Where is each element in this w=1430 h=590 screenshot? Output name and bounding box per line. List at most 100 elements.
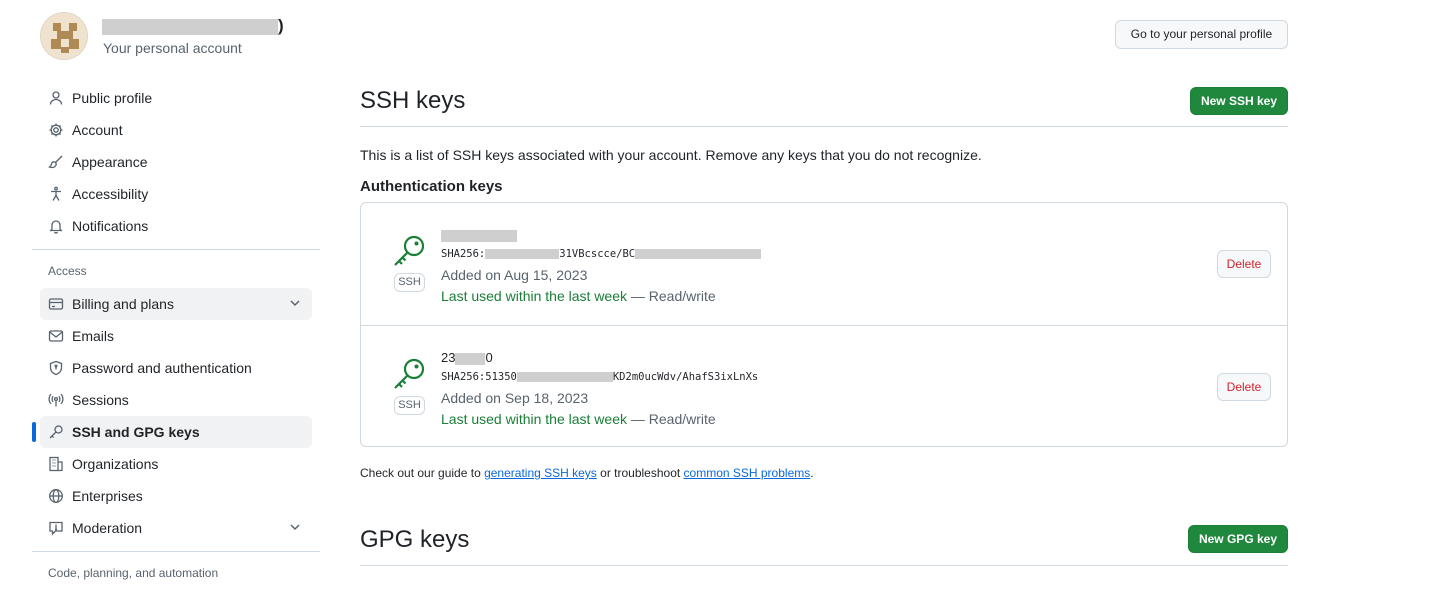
- ssh-key-access: — Read/write: [627, 411, 716, 427]
- sidebar-item-label: Account: [72, 122, 123, 138]
- ssh-key-fingerprint: SHA256:51350 KD2m0ucWdv/AhafS3ixLnXs: [441, 371, 758, 383]
- fingerprint-fragment: 31VBcscce/BC: [559, 248, 636, 260]
- account-name[interactable]: ): [102, 16, 284, 36]
- credit-card-icon: [48, 296, 64, 312]
- sidebar-item-emails[interactable]: Emails: [40, 320, 312, 352]
- accessibility-icon: [48, 186, 64, 202]
- settings-sidebar: Public profile Account Appearance Access…: [32, 82, 322, 590]
- redacted-fingerprint: [485, 249, 560, 259]
- sidebar-item-public-profile[interactable]: Public profile: [40, 82, 312, 114]
- sidebar-divider: [32, 551, 320, 552]
- avatar[interactable]: [40, 12, 88, 60]
- ssh-key-title: 23 0: [441, 350, 493, 365]
- ssh-key-fingerprint: SHA256: 31VBcscce/BC: [441, 248, 762, 260]
- sidebar-heading-code-planning: Code, planning, and automation: [48, 566, 219, 580]
- key-icon: [391, 356, 427, 392]
- broadcast-icon: [48, 392, 64, 408]
- guide-text-pre: Check out our guide to: [360, 466, 485, 480]
- ssh-badge: SSH: [394, 273, 425, 292]
- identicon: [41, 13, 87, 59]
- ssh-key-usage: Last used within the last week — Read/wr…: [441, 288, 716, 304]
- key-icon: [391, 233, 427, 269]
- paintbrush-icon: [48, 154, 64, 170]
- globe-icon: [48, 488, 64, 504]
- ssh-guide-text: Check out our guide to generating SSH ke…: [360, 466, 814, 480]
- new-ssh-key-button[interactable]: New SSH key: [1190, 87, 1288, 115]
- sidebar-divider: [32, 249, 320, 250]
- redacted-fingerprint: [635, 249, 762, 259]
- redacted-fingerprint: [516, 372, 613, 382]
- redacted-key-title: [441, 229, 517, 242]
- report-icon: [48, 520, 64, 536]
- sidebar-item-label: Notifications: [72, 218, 149, 234]
- ssh-title-divider: [360, 126, 1288, 127]
- account-subtitle: Your personal account: [103, 40, 242, 56]
- redacted-key-title: [455, 352, 486, 365]
- shield-lock-icon: [48, 360, 64, 376]
- fingerprint-suffix: KD2m0ucWdv/AhafS3ixLnXs: [612, 371, 759, 383]
- sidebar-item-account[interactable]: Account: [40, 114, 312, 146]
- ssh-keys-title: SSH keys: [360, 87, 466, 114]
- ssh-description: This is a list of SSH keys associated wi…: [360, 147, 982, 163]
- sidebar-item-label: Appearance: [72, 154, 148, 170]
- sidebar-item-label: Billing and plans: [72, 296, 174, 312]
- redacted-username: [102, 18, 278, 35]
- sidebar-item-label: Sessions: [72, 392, 129, 408]
- sidebar-item-label: Organizations: [72, 456, 159, 472]
- guide-text-post: .: [810, 466, 814, 480]
- delete-key-button[interactable]: Delete: [1217, 250, 1271, 278]
- sidebar-item-moderation[interactable]: Moderation: [40, 512, 312, 544]
- ssh-key-usage: Last used within the last week — Read/wr…: [441, 411, 716, 427]
- sidebar-item-label: Enterprises: [72, 488, 143, 504]
- gpg-keys-title: GPG keys: [360, 526, 470, 553]
- chevron-down-icon[interactable]: [288, 296, 302, 310]
- sidebar-item-sessions[interactable]: Sessions: [40, 384, 312, 416]
- key-icon: [48, 424, 64, 440]
- ssh-key-row: SSH SHA256: 31VBcscce/BC Added on Aug 15,…: [361, 203, 1287, 325]
- sidebar-heading-access: Access: [48, 264, 87, 278]
- ssh-key-last-used: Last used within the last week: [441, 288, 627, 304]
- sidebar-item-label: Accessibility: [72, 186, 149, 202]
- person-icon: [48, 90, 64, 106]
- sidebar-item-password-authentication[interactable]: Password and authentication: [40, 352, 312, 384]
- ssh-keys-list: SSH SHA256: 31VBcscce/BC Added on Aug 15,…: [360, 202, 1288, 447]
- delete-key-button[interactable]: Delete: [1217, 373, 1271, 401]
- sidebar-item-accessibility[interactable]: Accessibility: [40, 178, 312, 210]
- bell-icon: [48, 218, 64, 234]
- sidebar-item-appearance[interactable]: Appearance: [40, 146, 312, 178]
- sidebar-item-label: Emails: [72, 328, 115, 344]
- mail-icon: [48, 328, 64, 344]
- sidebar-item-ssh-gpg-keys[interactable]: SSH and GPG keys: [32, 416, 312, 448]
- active-indicator: [32, 422, 36, 442]
- new-gpg-key-button[interactable]: New GPG key: [1188, 525, 1288, 553]
- sidebar-item-label: SSH and GPG keys: [72, 424, 200, 440]
- ssh-key-added-date: Added on Sep 18, 2023: [441, 390, 589, 406]
- gpg-title-divider: [360, 565, 1288, 566]
- ssh-key-access: — Read/write: [627, 288, 716, 304]
- common-ssh-problems-link[interactable]: common SSH problems: [684, 466, 811, 480]
- key-title-start: 23: [441, 350, 456, 365]
- account-header: ) Your personal account: [40, 12, 600, 60]
- sidebar-item-enterprises[interactable]: Enterprises: [40, 480, 312, 512]
- sidebar-item-label: Moderation: [72, 520, 143, 536]
- authentication-keys-heading: Authentication keys: [360, 178, 503, 195]
- fingerprint-prefix: SHA256:51350: [441, 371, 517, 383]
- ssh-key-last-used: Last used within the last week: [441, 411, 627, 427]
- sidebar-item-organizations[interactable]: Organizations: [40, 448, 312, 480]
- ssh-badge: SSH: [394, 396, 425, 415]
- organization-icon: [48, 456, 64, 472]
- sidebar-item-billing[interactable]: Billing and plans: [40, 288, 312, 320]
- key-title-end: 0: [485, 350, 493, 365]
- sidebar-item-label: Password and authentication: [72, 360, 252, 376]
- account-name-suffix: ): [278, 16, 284, 35]
- fingerprint-prefix: SHA256:: [441, 248, 486, 260]
- sidebar-item-notifications[interactable]: Notifications: [40, 210, 312, 242]
- ssh-key-title: [441, 227, 517, 242]
- ssh-key-row: SSH 23 0 SHA256:51350 KD2m0ucWdv/AhafS3ixL…: [361, 325, 1287, 447]
- chevron-down-icon[interactable]: [288, 520, 302, 534]
- go-to-profile-button[interactable]: Go to your personal profile: [1115, 20, 1288, 49]
- gear-icon: [48, 122, 64, 138]
- generating-ssh-keys-link[interactable]: generating SSH keys: [484, 466, 597, 480]
- guide-text-mid: or troubleshoot: [596, 466, 684, 480]
- ssh-key-added-date: Added on Aug 15, 2023: [441, 267, 588, 283]
